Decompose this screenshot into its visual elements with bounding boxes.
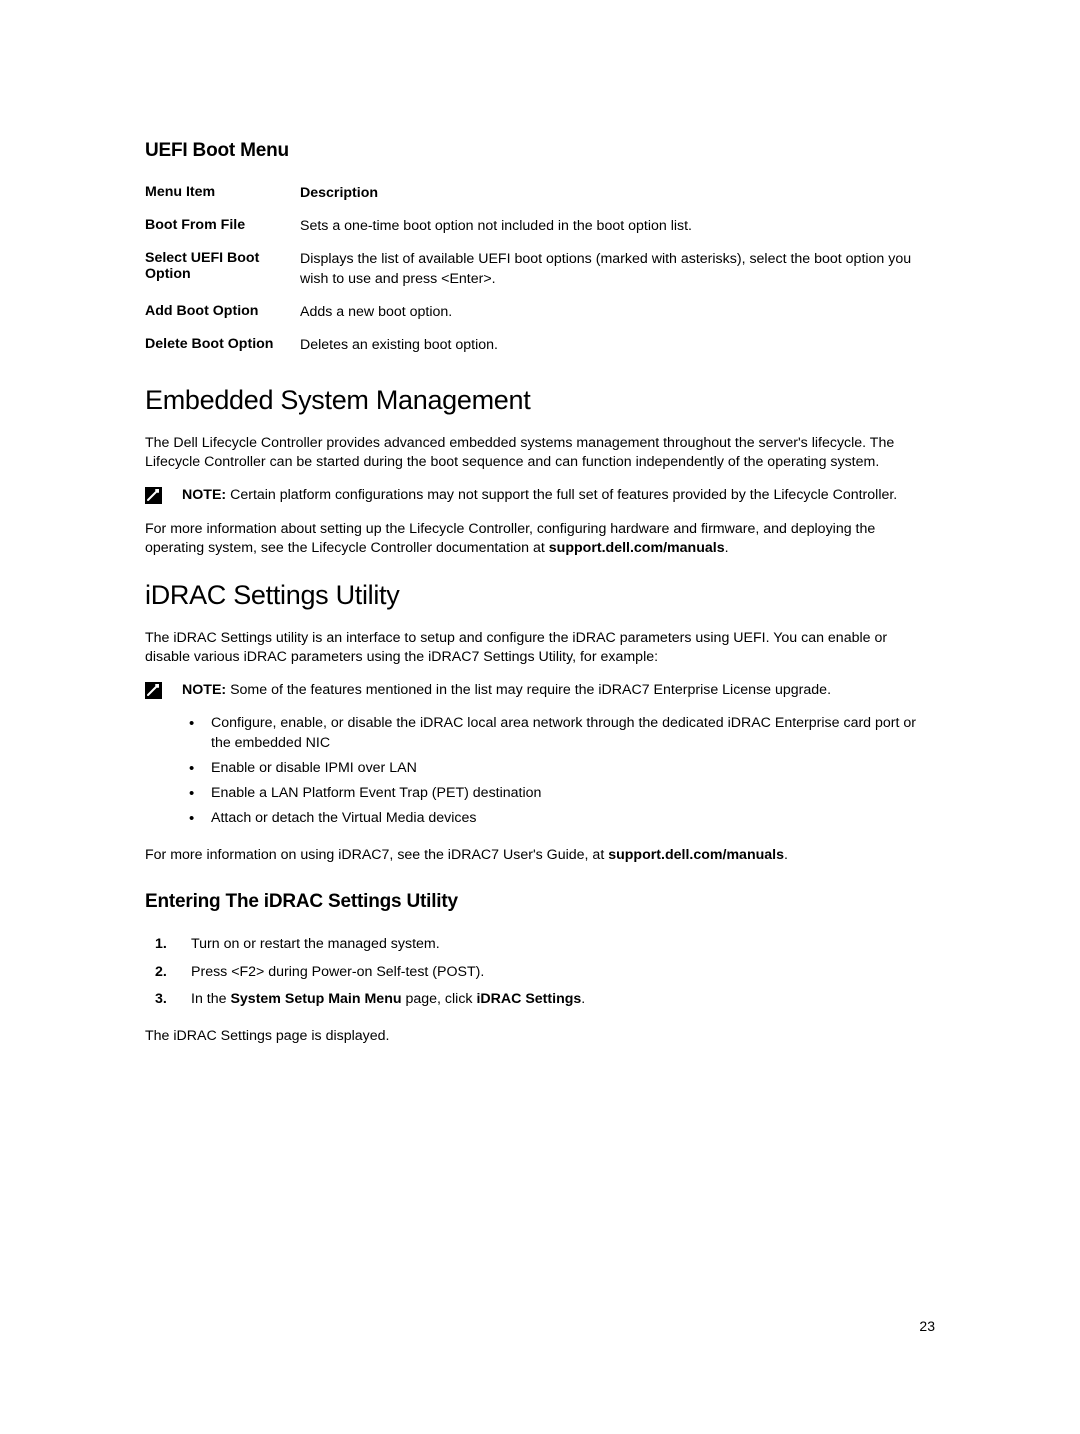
menu-item-desc: Deletes an existing boot option. <box>300 336 935 355</box>
note-label: NOTE: <box>182 487 226 503</box>
menu-item-label: Add Boot Option <box>145 303 300 319</box>
note-text: NOTE: Certain platform configurations ma… <box>182 486 897 505</box>
step-text: Turn on or restart the managed system. <box>191 936 440 952</box>
menu-item-desc: Adds a new boot option. <box>300 303 935 322</box>
p2c: . <box>725 540 729 556</box>
step-text: In the System Setup Main Menu page, clic… <box>191 991 585 1007</box>
entering-heading: Entering The iDRAC Settings Utility <box>145 891 935 913</box>
step-number: 1. <box>155 935 167 954</box>
list-item: 3. In the System Setup Main Menu page, c… <box>155 990 935 1009</box>
menu-item-desc: Sets a one-time boot option not included… <box>300 217 935 236</box>
menu-item-label: Select UEFI Boot Option <box>145 250 300 282</box>
note-body: Some of the features mentioned in the li… <box>226 682 831 698</box>
menu-item-label: Boot From File <box>145 217 300 233</box>
p2b: support.dell.com/manuals <box>549 540 725 556</box>
step-number: 2. <box>155 963 167 982</box>
s3d: iDRAC Settings <box>476 991 581 1007</box>
s3c: page, click <box>402 991 477 1007</box>
table-row: Add Boot Option Adds a new boot option. <box>145 303 935 322</box>
s3a: In the <box>191 991 230 1007</box>
note-icon <box>145 682 162 699</box>
p2a: For more information about setting up th… <box>145 521 875 556</box>
uefi-table: Menu Item Description Boot From File Set… <box>145 184 935 355</box>
idrac-p2: For more information on using iDRAC7, se… <box>145 846 935 865</box>
step-text: Press <F2> during Power-on Self-test (PO… <box>191 964 484 980</box>
list-item: 1. Turn on or restart the managed system… <box>155 935 935 954</box>
uefi-boot-menu-heading: UEFI Boot Menu <box>145 140 935 162</box>
menu-item-label: Delete Boot Option <box>145 336 300 352</box>
table-row: Boot From File Sets a one-time boot opti… <box>145 217 935 236</box>
note-row: NOTE: Some of the features mentioned in … <box>145 681 935 700</box>
list-item: Enable or disable IPMI over LAN <box>185 759 935 778</box>
list-item: Configure, enable, or disable the iDRAC … <box>185 714 935 752</box>
table-header-row: Menu Item Description <box>145 184 935 203</box>
list-item: Enable a LAN Platform Event Trap (PET) d… <box>185 784 935 803</box>
note-row: NOTE: Certain platform configurations ma… <box>145 486 935 505</box>
idrac-bullets: Configure, enable, or disable the iDRAC … <box>185 714 935 828</box>
table-row: Delete Boot Option Deletes an existing b… <box>145 336 935 355</box>
entering-steps: 1. Turn on or restart the managed system… <box>155 935 935 1009</box>
menu-item-desc: Displays the list of available UEFI boot… <box>300 250 935 288</box>
note-label: NOTE: <box>182 682 226 698</box>
embedded-p1: The Dell Lifecycle Controller provides a… <box>145 434 935 472</box>
p2a: For more information on using iDRAC7, se… <box>145 847 608 863</box>
s3b: System Setup Main Menu <box>230 991 401 1007</box>
table-row: Select UEFI Boot Option Displays the lis… <box>145 250 935 288</box>
entering-closing: The iDRAC Settings page is displayed. <box>145 1027 935 1046</box>
list-item: Attach or detach the Virtual Media devic… <box>185 809 935 828</box>
embedded-heading: Embedded System Management <box>145 385 935 416</box>
idrac-heading: iDRAC Settings Utility <box>145 580 935 611</box>
s3e: . <box>581 991 585 1007</box>
note-text: NOTE: Some of the features mentioned in … <box>182 681 831 700</box>
list-item: 2. Press <F2> during Power-on Self-test … <box>155 963 935 982</box>
embedded-p2: For more information about setting up th… <box>145 520 935 558</box>
col-description: Description <box>300 184 935 203</box>
col-menu-item: Menu Item <box>145 184 300 200</box>
step-number: 3. <box>155 990 167 1009</box>
note-body: Certain platform configurations may not … <box>226 487 897 503</box>
document-page: UEFI Boot Menu Menu Item Description Boo… <box>0 0 1080 1046</box>
p2b: support.dell.com/manuals <box>608 847 784 863</box>
note-icon <box>145 487 162 504</box>
p2c: . <box>784 847 788 863</box>
page-number: 23 <box>919 1318 935 1334</box>
idrac-p1: The iDRAC Settings utility is an interfa… <box>145 629 935 667</box>
